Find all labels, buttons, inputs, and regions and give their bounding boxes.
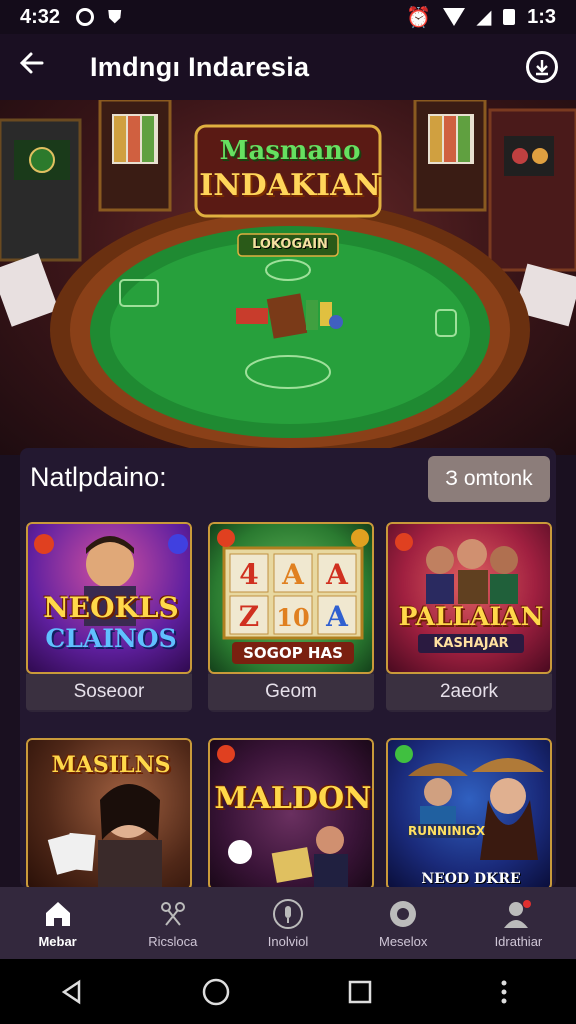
- game-title: MALDON: [214, 781, 372, 816]
- circle-status-icon: [76, 8, 95, 26]
- status-right-text: 1:3: [527, 5, 556, 28]
- profile-icon: [502, 898, 534, 930]
- game-card-art: MALDON: [208, 738, 374, 890]
- game-title: PALLAIAN: [398, 602, 544, 631]
- battery-icon: [503, 9, 516, 25]
- app-bar: Imdngı Indaresia: [0, 34, 576, 100]
- nav-item-home[interactable]: Mebar: [0, 887, 115, 959]
- hero-table-label: LOKOGAIN: [252, 237, 328, 252]
- games-section: Natlpdaino: З omtonk NEOKLS CLAINOS Sose…: [20, 448, 556, 928]
- svg-text:A: A: [325, 600, 349, 633]
- nav-label: Ricsloca: [148, 933, 198, 949]
- bottom-navigation: Mebar Ricsloca Inolviol Meselox Idrathia…: [0, 887, 576, 959]
- game-card[interactable]: PALLAIAN KASHAJAR 2aeork: [386, 522, 552, 712]
- see-all-button[interactable]: З omtonk: [428, 456, 550, 502]
- hero-logo-line1: Masmano: [219, 136, 361, 166]
- game-title: MASILNS: [51, 752, 171, 778]
- nav-item-meselox[interactable]: Meselox: [346, 887, 461, 959]
- svg-text:10: 10: [276, 603, 309, 632]
- system-navigation-bar: [0, 959, 576, 1024]
- game-subtitle: KASHAJAR: [418, 634, 524, 653]
- game-card[interactable]: 4 A A Z 10 A SOGOP HAS Geom: [208, 522, 374, 712]
- svg-text:A: A: [281, 558, 305, 591]
- home-circle-icon[interactable]: [196, 972, 236, 1012]
- recents-square-icon[interactable]: [340, 972, 380, 1012]
- nav-label: Inolviol: [267, 933, 309, 949]
- game-label: 2aeork: [386, 674, 552, 710]
- game-title: NEOKLS: [43, 591, 179, 624]
- game-subtitle: CLAINOS: [45, 624, 177, 653]
- nav-item-ricsloca[interactable]: Ricsloca: [115, 887, 230, 959]
- back-triangle-icon[interactable]: [52, 972, 92, 1012]
- svg-text:4: 4: [239, 558, 258, 591]
- download-icon[interactable]: [526, 51, 558, 83]
- shield-status-icon: ⛊: [108, 6, 122, 27]
- hero-logo-line2: INDAKIAN: [199, 168, 381, 203]
- hero-banner[interactable]: Masmano INDAKIAN LOKOGAIN: [0, 100, 576, 455]
- game-subtitle: RUNNINIGX: [408, 824, 486, 838]
- status-time: 4:32: [20, 5, 61, 28]
- nav-item-inolviol[interactable]: Inolviol: [230, 887, 345, 959]
- more-dots-icon[interactable]: [484, 972, 524, 1012]
- game-subtitle: SOGOP HAS: [232, 642, 354, 664]
- page-title: Imdngı Indaresia: [90, 51, 310, 82]
- nav-label: Idrathiar: [494, 933, 543, 949]
- section-heading: Natlpdaino:: [30, 462, 167, 492]
- game-card-art: PALLAIAN KASHAJAR: [386, 522, 552, 674]
- home-icon: [42, 898, 74, 930]
- donut-icon: [387, 898, 419, 930]
- scissors-icon: [157, 898, 189, 930]
- nav-item-profile[interactable]: Idrathiar: [461, 887, 576, 959]
- game-label: Geom: [208, 674, 374, 710]
- svg-text:A: A: [325, 558, 349, 591]
- game-card-art: NEOKLS CLAINOS: [26, 522, 192, 674]
- game-card[interactable]: NEOKLS CLAINOS Soseoor: [26, 522, 192, 712]
- game-card-art: 4 A A Z 10 A SOGOP HAS: [208, 522, 374, 674]
- nav-label: Meselox: [379, 933, 428, 949]
- alarm-icon: ⏰: [406, 6, 432, 29]
- microphone-icon: [272, 898, 304, 930]
- game-title: NEOD DKRE: [421, 871, 521, 887]
- nav-label: Mebar: [38, 933, 77, 949]
- signal-icon: ◢: [477, 6, 492, 27]
- game-card-art: RUNNINIGX NEOD DKRE: [386, 738, 552, 890]
- status-bar: 4:32 ⛊ ⏰ ◢ 1:3: [0, 0, 576, 34]
- arrow-left-icon[interactable]: [18, 49, 58, 85]
- svg-text:Z: Z: [239, 600, 259, 633]
- wifi-icon: [443, 8, 466, 26]
- game-label: Soseoor: [26, 674, 192, 710]
- game-card-art: MASILNS: [26, 738, 192, 890]
